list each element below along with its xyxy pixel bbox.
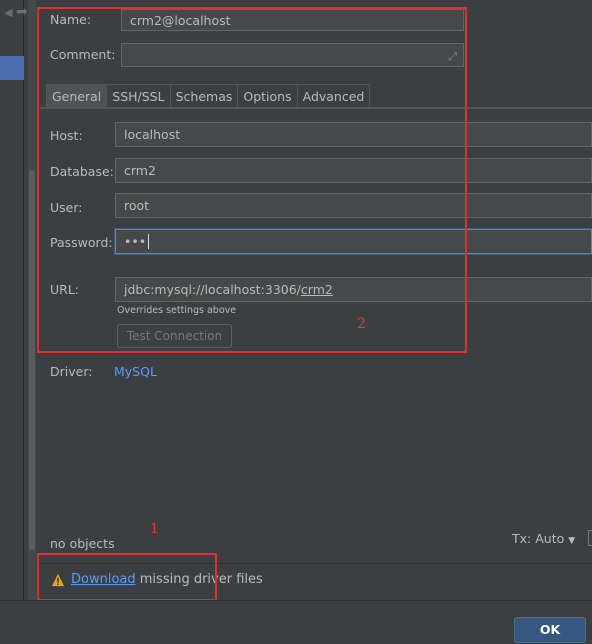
driver-link[interactable]: MySQL [114,364,157,379]
dialog-footer [0,600,592,644]
vertical-scrollbar[interactable] [28,0,36,600]
annotation-number-1: 1 [150,521,159,537]
tx-mode-dropdown[interactable]: Tx: Auto ▼ [512,531,575,546]
chevron-down-icon: ▼ [568,536,576,546]
tx-mode-label: Tx: Auto [512,531,565,546]
selected-data-source-item[interactable] [0,56,24,80]
scrollbar-thumb[interactable] [29,170,35,550]
tx-extra-control[interactable] [588,530,592,546]
forward-arrow-icon[interactable]: ➡ [16,4,28,20]
back-arrow-icon[interactable]: ◀ [4,6,12,19]
annotation-number-2: 2 [357,316,366,332]
objects-status: no objects [50,536,115,551]
ok-button[interactable]: OK [514,617,586,643]
data-source-list-panel: ◀ [0,0,24,600]
annotation-box-1 [37,553,217,601]
driver-label: Driver: [50,364,93,379]
annotation-box-2 [37,7,467,353]
